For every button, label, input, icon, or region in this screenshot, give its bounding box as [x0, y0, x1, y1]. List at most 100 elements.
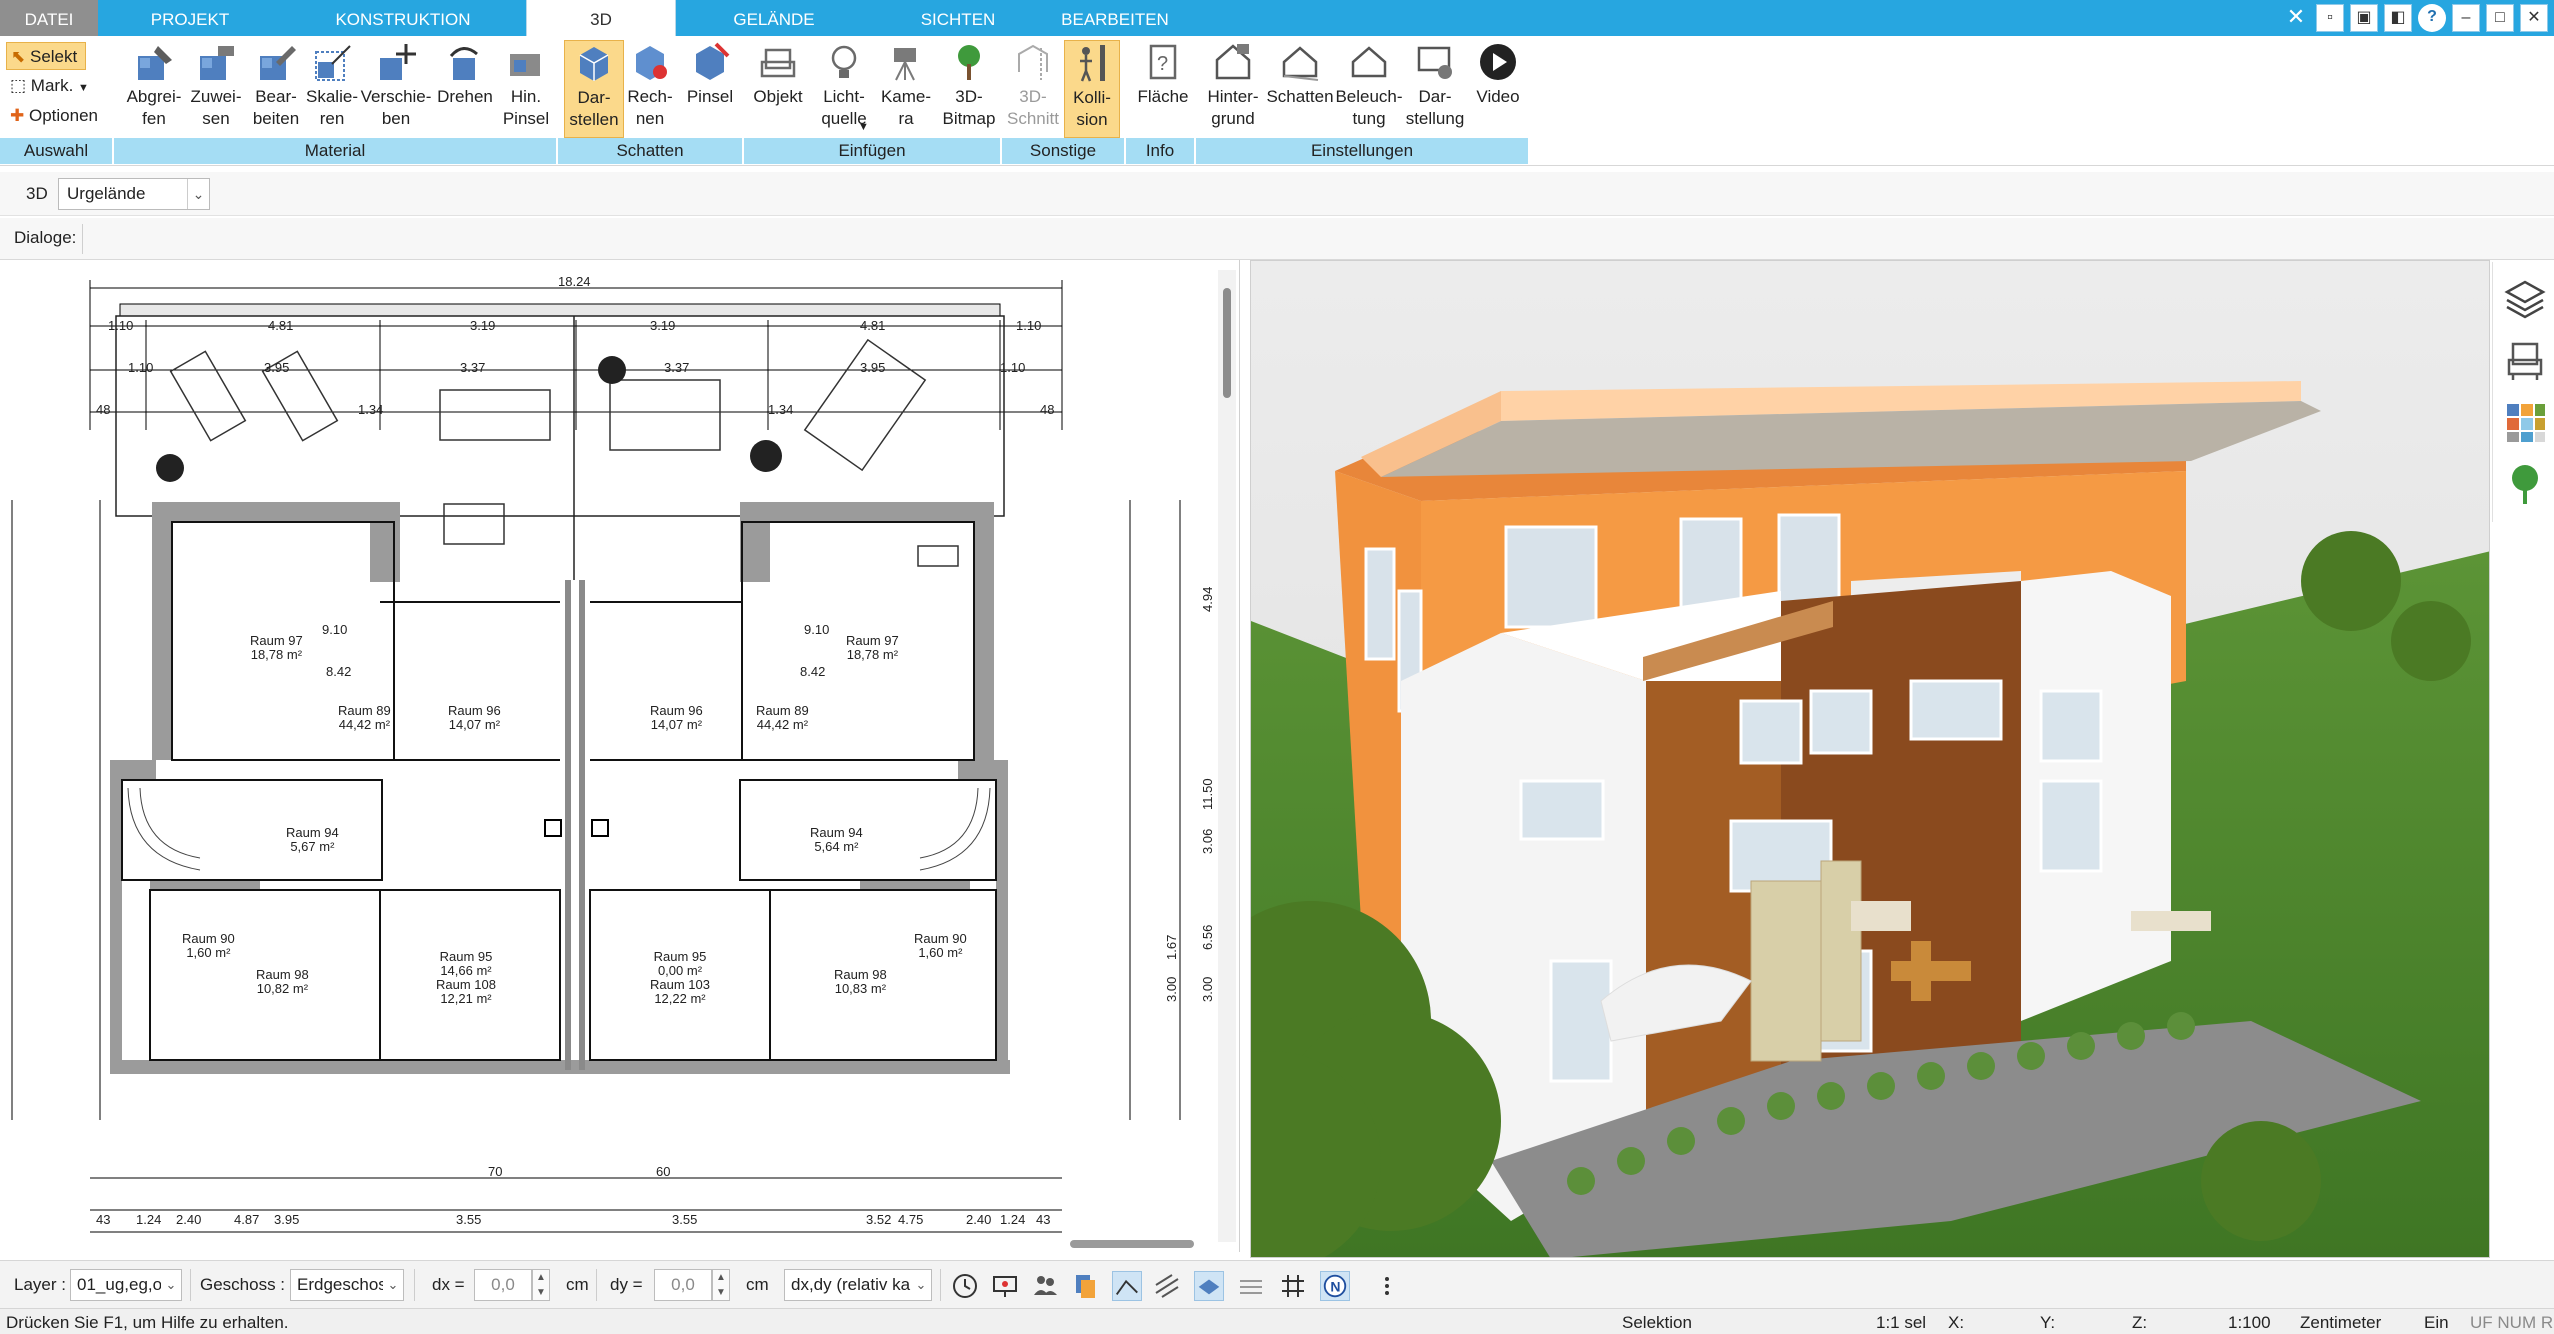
chevron-down-icon: ⌄	[187, 179, 209, 209]
scrollbar-thumb[interactable]	[1223, 288, 1231, 398]
tab-gelaende[interactable]: GELÄNDE	[704, 0, 844, 36]
north-icon[interactable]: N	[1320, 1271, 1350, 1301]
objekt-button[interactable]: Objekt	[748, 40, 808, 138]
bitmap-3d-label: 3D- Bitmap	[942, 87, 996, 128]
darstellen-button[interactable]: Dar- stellen	[564, 40, 624, 138]
plan-dim: 4.81	[268, 318, 294, 333]
select-button[interactable]: ⬉ Selekt	[6, 42, 86, 70]
plan-dim: 1.34	[768, 402, 794, 417]
schatten-button[interactable]: Schatten	[1264, 40, 1336, 138]
layout-icon[interactable]: ◧	[2384, 4, 2412, 32]
tab-konstruktion[interactable]: KONSTRUKTION	[318, 0, 488, 36]
maximize-button[interactable]: □	[2486, 4, 2514, 32]
kollision-button[interactable]: Kolli- sion	[1064, 40, 1120, 138]
schnitt-3d-button[interactable]: 3D- Schnitt	[1004, 40, 1062, 138]
room-label[interactable]: Raum 89 44,42 m²	[756, 704, 809, 732]
save-icon[interactable]: ▣	[2350, 4, 2378, 32]
room-label[interactable]: Raum 89 44,42 m²	[338, 704, 391, 732]
svg-text:?: ?	[1157, 53, 1168, 75]
more-options-icon[interactable]	[1372, 1271, 1402, 1301]
grid-icon[interactable]	[1278, 1271, 1308, 1301]
flaeche-button[interactable]: ? Fläche	[1128, 40, 1198, 138]
plants-icon[interactable]	[2503, 462, 2547, 506]
assign-material-icon	[200, 46, 234, 80]
bearbeiten-button[interactable]: Bear- beiten	[244, 40, 308, 138]
tab-datei[interactable]: DATEI	[0, 0, 98, 36]
close-button[interactable]: ✕	[2520, 4, 2548, 32]
room-label[interactable]: Raum 94 5,67 m²	[286, 826, 339, 854]
dx-stepper[interactable]: ▲ ▼	[532, 1269, 550, 1301]
coordinate-mode-select[interactable]: dx,dy (relativ ka ⌄	[784, 1269, 932, 1301]
flaeche-label: Fläche	[1137, 87, 1189, 106]
darstellung-button[interactable]: Dar- stellung	[1402, 40, 1468, 138]
room-label[interactable]: Raum 96 14,07 m²	[448, 704, 501, 732]
snap-icon[interactable]	[1112, 1271, 1142, 1301]
rechnen-button[interactable]: Rech- nen	[622, 40, 678, 138]
dy-input[interactable]: 0,0	[654, 1269, 712, 1301]
room-label[interactable]: Raum 97 18,78 m²	[846, 634, 899, 662]
plan-dim: 2.40	[966, 1212, 992, 1227]
hintergrund-button[interactable]: Hinter- grund	[1200, 40, 1266, 138]
layer-label: Layer :	[14, 1275, 66, 1294]
room-label[interactable]: Raum 90 1,60 m²	[914, 932, 967, 960]
tab-3d[interactable]: 3D	[526, 0, 676, 38]
room-label[interactable]: Raum 98 10,82 m²	[256, 968, 309, 996]
plan-dim: 1.10	[128, 360, 154, 375]
restore-icon[interactable]: ▫	[2316, 4, 2344, 32]
pinsel-button[interactable]: Pinsel	[680, 40, 740, 138]
mark-button[interactable]: ⬚ Mark. ▼	[6, 72, 95, 100]
materials-icon[interactable]	[2503, 400, 2547, 444]
dx-input[interactable]: 0,0	[474, 1269, 532, 1301]
plane-icon[interactable]	[1194, 1271, 1224, 1301]
tab-sichten[interactable]: SICHTEN	[888, 0, 1028, 36]
furniture-icon[interactable]	[2503, 338, 2547, 382]
room-label[interactable]: Raum 95 0,00 m² Raum 103 12,22 m²	[650, 950, 710, 1006]
room-label[interactable]: Raum 90 1,60 m²	[182, 932, 235, 960]
plan-dim: 4.94	[1200, 586, 1215, 612]
group-schatten: Schatten	[558, 138, 744, 164]
people-icon[interactable]	[1030, 1271, 1060, 1301]
options-button[interactable]: ✚ Optionen	[6, 102, 104, 130]
layers-icon[interactable]	[2503, 276, 2547, 320]
room-area: 0,00 m²	[657, 963, 703, 978]
help-icon[interactable]: ?	[2418, 4, 2446, 32]
lichtquelle-button[interactable]: Licht- quelle ▼	[812, 40, 876, 138]
plan-dim: 1.24	[136, 1212, 162, 1227]
room-label[interactable]: Raum 98 10,83 m²	[834, 968, 887, 996]
abgreifen-button[interactable]: Abgrei- fen	[122, 40, 186, 138]
minimize-button[interactable]: –	[2452, 4, 2480, 32]
skalieren-button[interactable]: Skalie- ren	[300, 40, 364, 138]
terrain-select[interactable]: Urgelände ⌄	[58, 178, 210, 210]
room-label[interactable]: Raum 94 5,64 m²	[810, 826, 863, 854]
presentation-icon[interactable]	[990, 1271, 1020, 1301]
beleuchtung-button[interactable]: Beleuch- tung	[1334, 40, 1404, 138]
zuweisen-button[interactable]: Zuwei- sen	[184, 40, 248, 138]
drehen-button[interactable]: Drehen	[432, 40, 498, 138]
hatching-icon[interactable]	[1152, 1271, 1182, 1301]
tools-icon[interactable]: ✕	[2282, 4, 2310, 32]
scale-icon	[315, 45, 351, 81]
bitmap-3d-button[interactable]: 3D- Bitmap	[938, 40, 1000, 138]
room-label[interactable]: Raum 97 18,78 m²	[250, 634, 303, 662]
divider	[414, 1269, 415, 1301]
floor-plan-view[interactable]: 18.24 1.10 4.81 3.19 3.19 4.81 1.10 1.10…	[0, 260, 1240, 1252]
hin-pinsel-button[interactable]: Hin. Pinsel	[496, 40, 556, 138]
storey-select[interactable]: Erdgeschoss ⌄	[290, 1269, 404, 1301]
3d-viewport[interactable]	[1250, 260, 2490, 1258]
tab-projekt[interactable]: PROJEKT	[120, 0, 260, 36]
plan-dim: 3.19	[650, 318, 676, 333]
tab-bearbeiten[interactable]: BEARBEITEN	[1040, 0, 1190, 36]
copy-icon[interactable]	[1070, 1271, 1100, 1301]
layer-select[interactable]: 01_ug,eg,og ⌄	[70, 1269, 182, 1301]
dy-stepper[interactable]: ▲ ▼	[712, 1269, 730, 1301]
plan-vertical-scrollbar[interactable]	[1218, 270, 1236, 1242]
room-label[interactable]: Raum 95 14,66 m² Raum 108 12,21 m²	[436, 950, 496, 1006]
verschieben-button[interactable]: Verschie- ben	[358, 40, 434, 138]
video-button[interactable]: Video	[1468, 40, 1528, 138]
room-label[interactable]: Raum 96 14,07 m²	[650, 704, 703, 732]
clock-icon[interactable]	[950, 1271, 980, 1301]
kamera-button[interactable]: Kame- ra	[876, 40, 936, 138]
area-info-icon: ?	[1149, 44, 1177, 80]
stack-icon[interactable]	[1236, 1271, 1266, 1301]
plan-horizontal-scrollbar[interactable]	[1070, 1240, 1194, 1248]
